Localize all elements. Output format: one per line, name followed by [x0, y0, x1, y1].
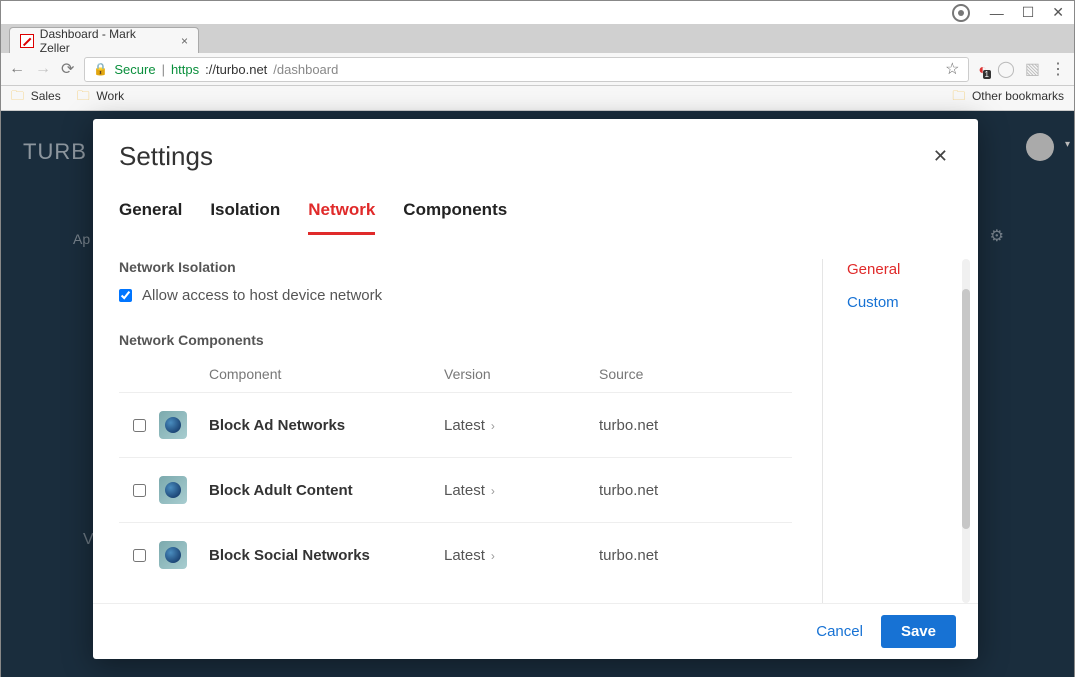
- tab-close-icon[interactable]: ×: [181, 34, 188, 48]
- tab-isolation[interactable]: Isolation: [210, 200, 280, 235]
- scrollbar-thumb[interactable]: [962, 289, 970, 529]
- globe-icon: [159, 411, 187, 439]
- lock-icon: 🔒: [93, 62, 108, 76]
- component-version[interactable]: Latest›: [444, 482, 599, 499]
- close-window-button[interactable]: ✕: [1052, 4, 1064, 21]
- modal-header: Settings ✕: [93, 119, 978, 182]
- url-host: ://turbo.net: [205, 62, 267, 77]
- extension-icon-2[interactable]: ◯: [997, 59, 1015, 79]
- chevron-right-icon: ›: [491, 549, 495, 563]
- chevron-right-icon: ›: [491, 419, 495, 433]
- bookmark-folder-sales[interactable]: 🗀 Sales: [11, 87, 61, 109]
- row-checkbox[interactable]: [133, 419, 146, 432]
- tab-general[interactable]: General: [119, 200, 182, 235]
- chevron-right-icon: ›: [491, 484, 495, 498]
- modal-body: Network Isolation Allow access to host d…: [93, 235, 978, 603]
- bookmarks-bar: 🗀 Sales 🗀 Work 🗀 Other bookmarks: [1, 86, 1074, 111]
- component-version[interactable]: Latest›: [444, 417, 599, 434]
- url-path: /dashboard: [273, 62, 338, 77]
- cancel-button[interactable]: Cancel: [816, 623, 863, 640]
- tab-network[interactable]: Network: [308, 200, 375, 235]
- allow-host-network-label: Allow access to host device network: [142, 287, 382, 304]
- modal-title: Settings: [119, 141, 213, 172]
- app-gear-icon[interactable]: ⚙: [990, 226, 1004, 246]
- app-background: TURB Ap ⚙ V Settings ✕ General Isolation…: [1, 111, 1074, 677]
- sidelink-general[interactable]: General: [847, 261, 962, 278]
- window-controls: — ☐ ✕: [990, 4, 1064, 21]
- browser-toolbar: ← → ⟳ 🔒 Secure | https://turbo.net/dashb…: [1, 53, 1074, 86]
- back-button[interactable]: ←: [9, 60, 25, 78]
- browser-tab-active[interactable]: Dashboard - Mark Zeller ×: [9, 27, 199, 53]
- component-source: turbo.net: [599, 547, 658, 564]
- table-row: Block Adult Content Latest› turbo.net: [119, 457, 792, 522]
- chrome-profile-icon[interactable]: [952, 4, 970, 22]
- forward-button[interactable]: →: [35, 60, 51, 78]
- minimize-button[interactable]: —: [990, 5, 1004, 21]
- tab-components[interactable]: Components: [403, 200, 507, 235]
- component-source: turbo.net: [599, 482, 658, 499]
- other-bookmarks[interactable]: 🗀 Other bookmarks: [952, 87, 1064, 109]
- bookmark-star-icon[interactable]: ☆: [945, 59, 959, 79]
- modal-tabs: General Isolation Network Components: [93, 182, 978, 235]
- tab-favicon: [20, 34, 34, 48]
- row-checkbox[interactable]: [133, 549, 146, 562]
- sidelink-custom[interactable]: Custom: [847, 294, 962, 311]
- browser-tabstrip: Dashboard - Mark Zeller ×: [1, 24, 1074, 53]
- col-source: Source: [599, 366, 643, 382]
- component-name: Block Ad Networks: [209, 417, 444, 434]
- tab-title: Dashboard - Mark Zeller: [40, 27, 167, 55]
- col-component: Component: [209, 366, 444, 382]
- window-titlebar: — ☐ ✕: [1, 1, 1074, 24]
- settings-modal: Settings ✕ General Isolation Network Com…: [93, 119, 978, 659]
- modal-sidepane: General Custom: [822, 259, 962, 603]
- extension-icon-3[interactable]: ▧: [1025, 59, 1040, 79]
- component-name: Block Adult Content: [209, 482, 444, 499]
- modal-scroll-area: Network Isolation Allow access to host d…: [119, 259, 822, 603]
- component-version[interactable]: Latest›: [444, 547, 599, 564]
- app-logo: TURB: [23, 139, 87, 165]
- extension-icon-1[interactable]: ◐1: [979, 61, 987, 77]
- reload-button[interactable]: ⟳: [61, 59, 74, 79]
- url-protocol: https: [171, 62, 199, 77]
- section-title-components: Network Components: [119, 332, 792, 348]
- modal-footer: Cancel Save: [93, 603, 978, 659]
- allow-host-network-checkbox[interactable]: [119, 289, 132, 302]
- component-source: turbo.net: [599, 417, 658, 434]
- modal-scrollbar[interactable]: [962, 259, 970, 603]
- extension-icons: ◐1 ◯ ▧: [979, 59, 1041, 79]
- table-row: Block Ad Networks Latest› turbo.net: [119, 392, 792, 457]
- secure-label: Secure: [114, 62, 155, 77]
- save-button[interactable]: Save: [881, 615, 956, 648]
- col-version: Version: [444, 366, 599, 382]
- row-checkbox[interactable]: [133, 484, 146, 497]
- modal-close-button[interactable]: ✕: [933, 146, 948, 167]
- globe-icon: [159, 476, 187, 504]
- browser-menu-button[interactable]: ⋮: [1050, 59, 1066, 79]
- address-bar[interactable]: 🔒 Secure | https://turbo.net/dashboard ☆: [84, 57, 968, 82]
- components-table-header: Component Version Source: [119, 360, 792, 392]
- component-name: Block Social Networks: [209, 547, 444, 564]
- globe-icon: [159, 541, 187, 569]
- app-nav-partial: Ap: [73, 231, 90, 247]
- bookmark-folder-work[interactable]: 🗀 Work: [77, 87, 124, 109]
- section-title-isolation: Network Isolation: [119, 259, 792, 275]
- app-avatar[interactable]: [1026, 133, 1054, 161]
- maximize-button[interactable]: ☐: [1022, 4, 1035, 21]
- table-row: Block Social Networks Latest› turbo.net: [119, 522, 792, 587]
